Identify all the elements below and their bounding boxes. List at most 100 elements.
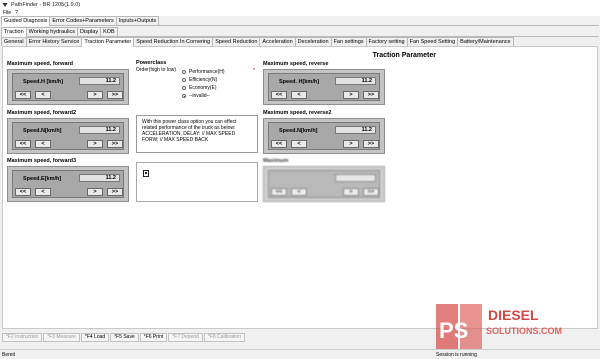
block-title: Maximum speed, forward — [7, 61, 74, 67]
radio-label: --invalid-- — [189, 93, 210, 99]
block-title: Maximum speed, forward3 — [7, 158, 77, 164]
prev-button[interactable]: < — [291, 188, 307, 196]
block-title: Maximum speed, reverse2 — [263, 110, 332, 116]
tab-speed-reduction-cornering[interactable]: Speed Reduction In Cornering — [133, 37, 214, 46]
tab-inputs-outputs[interactable]: Inputs+Outputs — [115, 16, 160, 25]
first-button[interactable]: << — [271, 140, 287, 148]
f3-measure-button[interactable]: *F3 Measure — [43, 333, 80, 342]
next-button[interactable]: > — [343, 140, 359, 148]
prev-button[interactable]: < — [291, 91, 307, 99]
image-panel — [136, 162, 258, 202]
speed-value-field[interactable]: 11.2 — [335, 77, 376, 85]
required-star: * — [253, 68, 255, 74]
speed-inner: Speed.N[km/h] 11.2 << < > >> — [268, 122, 380, 150]
prev-button[interactable]: < — [35, 188, 51, 196]
tab-kob[interactable]: KOB — [100, 27, 118, 36]
last-button[interactable]: >> — [107, 188, 123, 196]
menu-help[interactable]: ? — [15, 10, 18, 16]
tab-fan-settings[interactable]: Fan settings — [330, 37, 367, 46]
next-button[interactable]: > — [343, 91, 359, 99]
next-button[interactable]: > — [343, 188, 359, 196]
first-button[interactable]: << — [15, 91, 31, 99]
radio-circle-icon — [182, 70, 186, 74]
tab-error-history-service[interactable]: Error History Service — [25, 37, 83, 46]
radio-invalid[interactable]: --invalid-- — [182, 93, 210, 99]
next-button[interactable]: > — [87, 91, 103, 99]
menu-file[interactable]: File — [3, 10, 11, 16]
function-key-bar: *F2 Instruction *F3 Measure *F4 Load *F5… — [2, 333, 246, 342]
speed-value-field[interactable]: 11.2 — [79, 174, 120, 182]
max-speed-reverse-block: Maximum speed, reverse Speed. H[km/h] 11… — [263, 61, 385, 105]
radio-label: Performance(H) — [189, 69, 225, 75]
block-title: Maximum speed, forward2 — [7, 110, 77, 116]
powerclass-info-text: With this power class option you can eff… — [136, 115, 258, 153]
section-title: Traction Parameter — [372, 52, 436, 59]
speed-value-field[interactable]: 11.2 — [79, 126, 120, 134]
f7-depend-button[interactable]: *F7 Depend — [168, 333, 203, 342]
f2-instruction-button[interactable]: *F2 Instruction — [2, 333, 43, 342]
last-button[interactable]: >> — [107, 140, 123, 148]
tab-working-hydraulics[interactable]: Working hydraulics — [25, 27, 79, 36]
radio-circle-icon — [182, 78, 186, 82]
speed-label: Speed. H[km/h] — [279, 79, 320, 85]
first-button[interactable]: << — [271, 91, 287, 99]
tab-error-codes-parameters[interactable]: Error Codes+Parameters — [49, 16, 117, 25]
f8-calibration-button[interactable]: *F8 Calibration — [203, 333, 245, 342]
radio-label: Efficiency(N) — [189, 77, 218, 83]
last-button[interactable]: >> — [363, 188, 379, 196]
watermark-text-solutions: SOLUTIONS.COM — [486, 326, 562, 336]
status-bar: Bereit Session is running — [0, 349, 600, 359]
first-button[interactable]: << — [271, 188, 287, 196]
speed-panel: Speed.N[km/h] 11.2 << < > >> — [7, 118, 129, 154]
first-button[interactable]: << — [15, 188, 31, 196]
speed-value-field[interactable]: 11.2 — [79, 77, 120, 85]
tab-factory-setting[interactable]: Factory setting — [365, 37, 408, 46]
tab-general[interactable]: General — [1, 37, 27, 46]
last-button[interactable]: >> — [363, 140, 379, 148]
prev-button[interactable]: < — [35, 140, 51, 148]
tab-traction[interactable]: Traction — [1, 27, 27, 37]
f4-load-button[interactable]: *F4 Load — [80, 333, 110, 342]
last-button[interactable]: >> — [107, 91, 123, 99]
speed-label: Speed.N[km/h] — [279, 128, 318, 134]
tab-speed-reduction[interactable]: Speed Reduction — [212, 37, 261, 46]
session-status: Session is running — [436, 352, 477, 358]
psdiesel-watermark-logo: PS DIESEL SOLUTIONS.COM — [436, 304, 562, 352]
speed-value-field[interactable]: 11.2 — [335, 126, 376, 134]
block-title: Maximum speed, reverse — [263, 61, 329, 67]
tab-guided-diagnosis[interactable]: Guided Diagnosis — [1, 16, 51, 26]
speed-inner: << < > >> — [268, 170, 380, 198]
watermark-text-ps: PS — [439, 318, 468, 343]
next-button[interactable]: > — [87, 188, 103, 196]
tab-battery-maintenance[interactable]: Battery/Maintenance — [457, 37, 514, 46]
speed-panel: << < > >> — [263, 166, 385, 202]
tab-traction-parameter[interactable]: Traction Parameter — [81, 37, 135, 47]
app-icon — [2, 2, 8, 7]
param-tab-row: General Error History Service Traction P… — [1, 37, 514, 47]
radio-economy[interactable]: Economy(E) — [182, 85, 217, 91]
max-speed-forward3-block: Maximum speed, forward3 Speed.E[km/h] 11… — [7, 158, 129, 202]
tab-acceleration[interactable]: Acceleration — [259, 37, 296, 46]
title-bar: PathFinder - BR 1205(1.9.0) — [0, 0, 600, 9]
last-button[interactable]: >> — [363, 91, 379, 99]
powerclass-title: Powerclass — [136, 60, 167, 66]
tab-fan-speed-setting[interactable]: Fan Speed Setting — [406, 37, 459, 46]
window-title: PathFinder - BR 1205(1.9.0) — [11, 1, 81, 8]
speed-value-field[interactable] — [335, 174, 376, 182]
first-button[interactable]: << — [15, 140, 31, 148]
tab-display[interactable]: Display — [77, 27, 102, 36]
prev-button[interactable]: < — [35, 91, 51, 99]
watermark-text-diesel: DIESEL — [488, 307, 539, 323]
radio-selected-icon — [182, 94, 186, 98]
next-button[interactable]: > — [87, 140, 103, 148]
radio-performance[interactable]: Performance(H) — [182, 69, 225, 75]
f5-save-button[interactable]: *F5 Save — [110, 333, 139, 342]
speed-label: Speed.E[km/h] — [23, 176, 62, 182]
speed-panel: Speed.N[km/h] 11.2 << < > >> — [263, 118, 385, 154]
radio-efficiency[interactable]: Efficiency(N) — [182, 77, 217, 83]
prev-button[interactable]: < — [291, 140, 307, 148]
speed-inner: Speed.E[km/h] 11.2 << < > >> — [12, 170, 124, 198]
f6-print-button[interactable]: *F6 Print — [139, 333, 168, 342]
tab-deceleration[interactable]: Deceleration — [294, 37, 332, 46]
speed-panel: Speed.E[km/h] 11.2 << < > >> — [7, 166, 129, 202]
